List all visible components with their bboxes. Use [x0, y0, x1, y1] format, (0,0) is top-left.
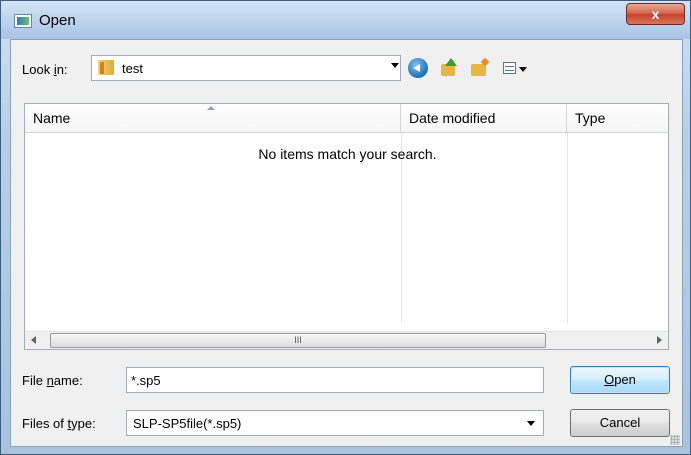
app-icon — [14, 14, 32, 28]
look-in-label: Look in: — [22, 62, 68, 77]
scroll-right-arrow-icon[interactable] — [657, 336, 662, 344]
horizontal-scrollbar[interactable]: III — [25, 331, 668, 349]
files-of-type-label: Files of type: — [22, 416, 96, 431]
scrollbar-grip-icon: III — [294, 335, 302, 345]
file-type-dropdown[interactable]: SLP-SP5file(*.sp5) — [126, 410, 544, 436]
column-header-date-modified[interactable]: Date modified — [401, 104, 567, 133]
close-icon: x — [651, 6, 660, 22]
column-header-name[interactable]: Name — [25, 104, 401, 133]
file-name-input[interactable] — [126, 367, 544, 393]
empty-list-message: No items match your search. — [258, 146, 437, 162]
file-type-value: SLP-SP5file(*.sp5) — [133, 416, 242, 431]
look-in-dropdown[interactable]: test — [91, 55, 401, 81]
column-header-type[interactable]: Type — [567, 104, 668, 133]
back-icon[interactable] — [408, 58, 428, 78]
file-type-dropdown-arrow-icon[interactable] — [527, 421, 535, 426]
open-dialog-window: Open x Look in: test Name Date modified … — [0, 0, 691, 455]
scroll-left-arrow-icon[interactable] — [31, 336, 36, 344]
look-in-dropdown-arrow-icon[interactable] — [391, 63, 399, 68]
new-folder-icon[interactable] — [469, 58, 489, 78]
up-folder-icon[interactable] — [439, 58, 459, 78]
file-name-label: File name: — [22, 373, 83, 388]
sort-ascending-icon — [207, 106, 215, 110]
window-title: Open — [39, 12, 76, 29]
cancel-button[interactable]: Cancel — [570, 409, 670, 437]
open-button[interactable]: Open — [570, 366, 670, 394]
scrollbar-thumb[interactable]: III — [50, 333, 546, 348]
file-list[interactable]: Name Date modified Type No items match y… — [24, 103, 669, 350]
views-menu-icon[interactable] — [501, 58, 527, 78]
close-button[interactable]: x — [626, 3, 685, 25]
folder-icon — [98, 60, 114, 75]
resize-grip-icon[interactable] — [670, 435, 680, 445]
look-in-value: test — [122, 61, 143, 76]
title-bar[interactable]: Open x — [1, 1, 690, 39]
